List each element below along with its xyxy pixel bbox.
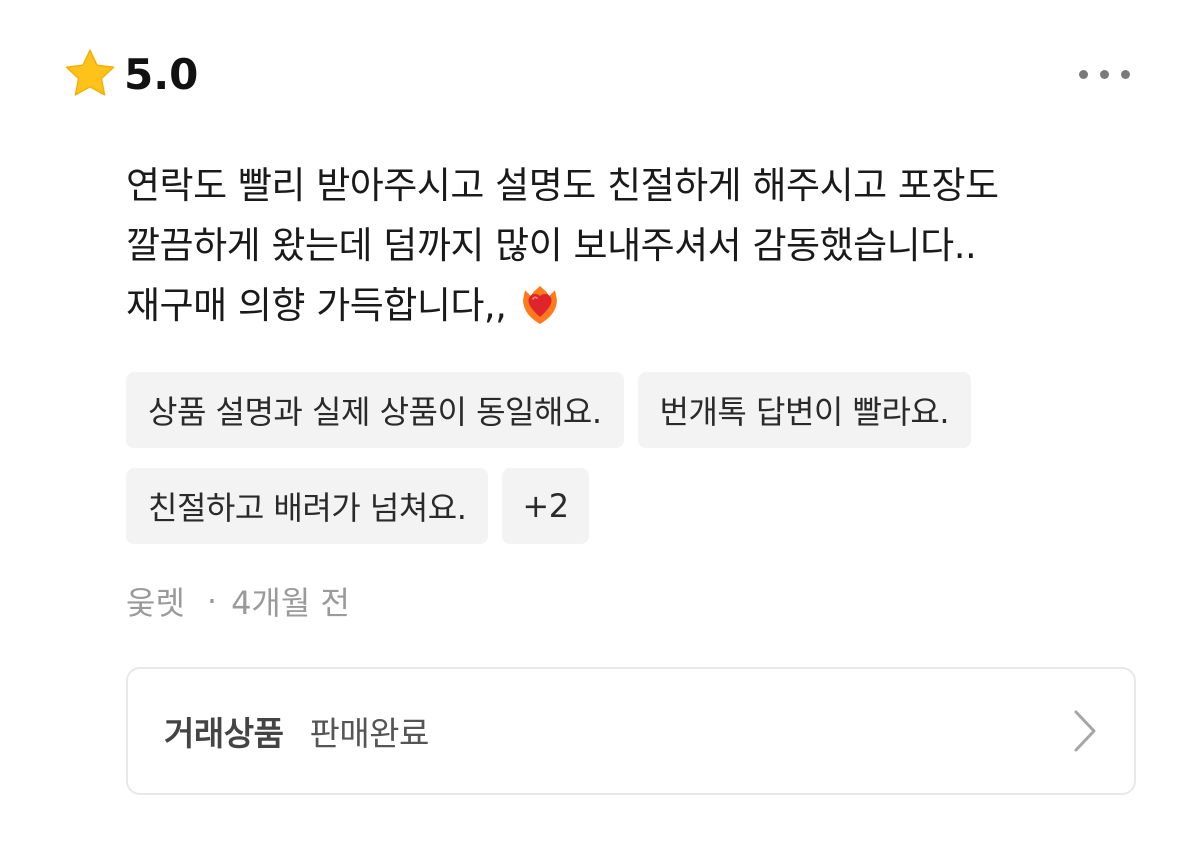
review-tags: 상품 설명과 실제 상품이 동일해요. 번개톡 답변이 빨라요. 친절하고 배려… (126, 372, 1136, 544)
heart-on-fire-icon (523, 286, 558, 324)
review-text: 연락도 빨리 받아주시고 설명도 친절하게 해주시고 포장도 깔끔하게 왔는데 … (126, 156, 1136, 336)
review-tag: 번개톡 답변이 빨라요. (637, 372, 972, 448)
product-status: 판매완료 (309, 714, 429, 753)
more-options-icon (1078, 69, 1088, 79)
star-icon (65, 49, 115, 96)
product-label: 거래상품 (164, 714, 284, 753)
review-line: 깔끔하게 왔는데 덤까지 많이 보내주셔서 감동했습니다.. (126, 224, 977, 267)
traded-product-link[interactable]: 거래상품 판매완료 (126, 667, 1136, 795)
review-line: 연락도 빨리 받아주시고 설명도 친절하게 해주시고 포장도 (126, 164, 999, 207)
author-name: 웆렛 (126, 584, 185, 622)
review-meta: 웆렛 · 4개월 전 (126, 578, 350, 624)
more-tags-button[interactable]: +2 (502, 468, 589, 544)
chevron-right-icon (1074, 710, 1096, 752)
rating-value: 5.0 (124, 49, 199, 99)
more-options-button[interactable] (1068, 58, 1140, 90)
review-card: 5.0 연락도 빨리 받아주시고 설명도 친절하게 해주시고 포장도 깔끔하게 … (0, 0, 1200, 841)
rating: 5.0 (62, 44, 198, 104)
more-options-dot (1120, 69, 1130, 79)
meta-separator: · (206, 582, 218, 620)
review-tag: 친절하고 배려가 넘쳐요. (126, 468, 489, 544)
more-options-dot (1099, 69, 1109, 79)
review-line-last: 재구매 의향 가득합니다,, (126, 276, 1136, 336)
review-time: 4개월 전 (231, 584, 350, 622)
review-line-text: 재구매 의향 가득합니다,, (126, 284, 507, 327)
review-tag: 상품 설명과 실제 상품이 동일해요. (126, 372, 624, 448)
